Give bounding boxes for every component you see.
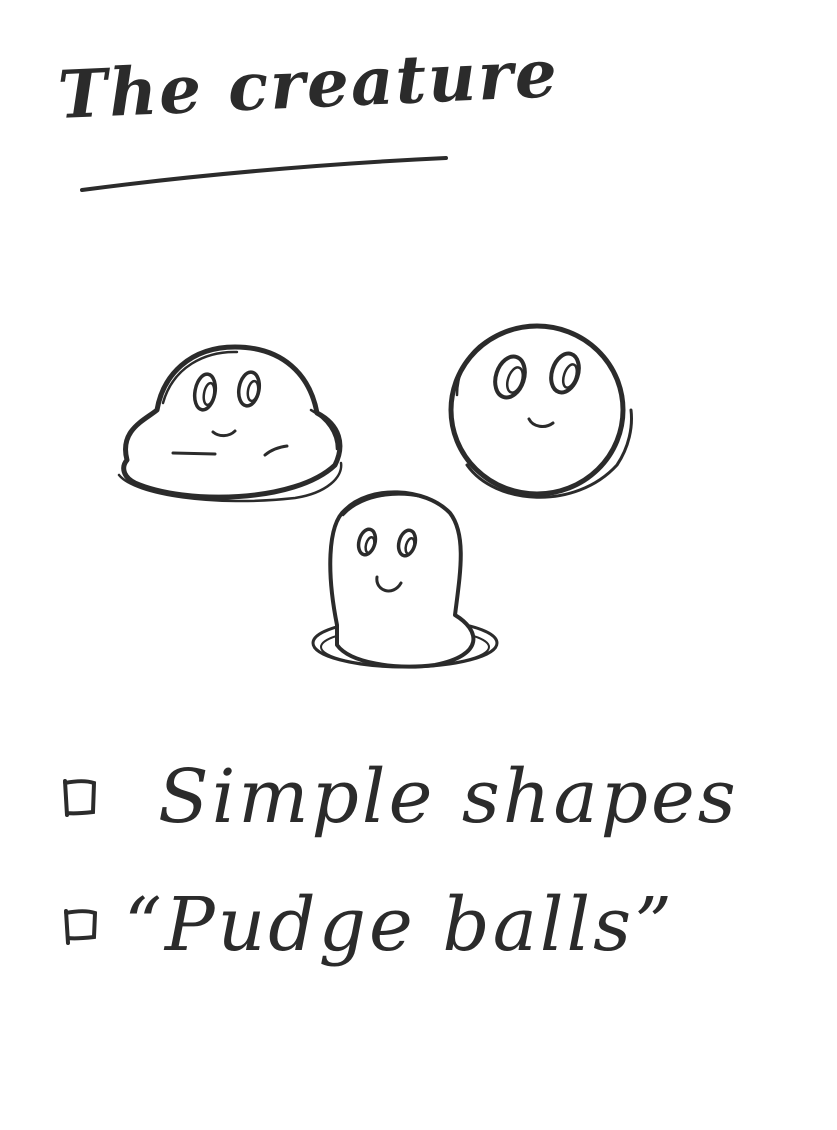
checklist-item[interactable]: “Pudge balls” [60, 888, 675, 962]
dome-creature-drawing [117, 344, 343, 503]
checkbox-icon[interactable] [60, 775, 100, 819]
ball-creature-drawing [448, 323, 633, 499]
checklist: Simple shapes “Pudge balls” [60, 760, 800, 1060]
creature-sketches [117, 323, 633, 669]
page-title: The creature [56, 34, 561, 134]
checklist-item-label: “Pudge balls” [124, 882, 675, 968]
sketch-canvas: The creature Simple shapes “Pudge balls” [0, 0, 837, 1130]
checklist-item[interactable]: Simple shapes [60, 760, 739, 834]
checklist-item-label: Simple shapes [158, 754, 739, 840]
checkbox-icon[interactable] [60, 903, 100, 947]
blob-creature-drawing [311, 490, 499, 669]
title-underline [80, 156, 448, 192]
